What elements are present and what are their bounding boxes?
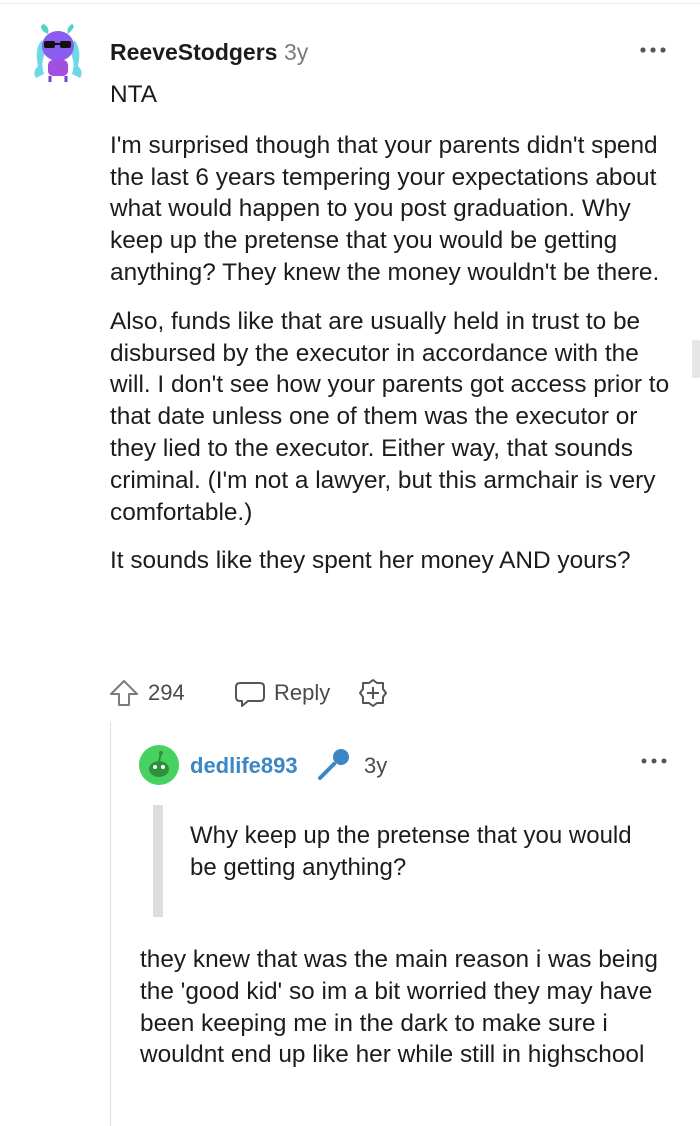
thread-line[interactable] <box>110 722 111 1126</box>
quoted-text: Why keep up the pretense that you would … <box>190 822 632 881</box>
top-divider <box>0 3 700 4</box>
reply-age: 3y <box>364 753 388 778</box>
reply-icon <box>234 680 266 708</box>
vote-score: 294 <box>148 680 185 705</box>
comment-paragraph: It sounds like they spent her money AND … <box>110 547 631 575</box>
comment-age: 3y <box>284 39 309 65</box>
award-icon[interactable] <box>358 678 388 708</box>
microphone-icon <box>316 746 352 782</box>
scrollbar-thumb[interactable] <box>692 340 700 378</box>
reply-paragraph: they knew that was the main reason i was… <box>140 946 658 1069</box>
avatar[interactable] <box>139 745 179 785</box>
comment-author[interactable]: ReeveStodgers <box>110 39 277 66</box>
comment-actions: 294 Reply <box>108 676 408 710</box>
more-options-icon[interactable] <box>638 36 668 56</box>
comment-paragraph: I'm surprised though that your parents d… <box>110 131 660 286</box>
reply-body: they knew that was the main reason i was… <box>140 944 680 1071</box>
more-options-icon[interactable] <box>640 752 668 770</box>
quote-bar <box>153 805 163 917</box>
comment-paragraph: Also, funds like that are usually held i… <box>110 307 670 526</box>
comment-paragraph: NTA <box>110 81 157 108</box>
reply-label: Reply <box>274 680 331 705</box>
comment-body: NTA I'm surprised though that your paren… <box>110 79 680 594</box>
upvote-icon[interactable] <box>108 678 140 708</box>
avatar[interactable] <box>30 22 86 82</box>
reply-author[interactable]: dedlife893 <box>190 753 298 779</box>
